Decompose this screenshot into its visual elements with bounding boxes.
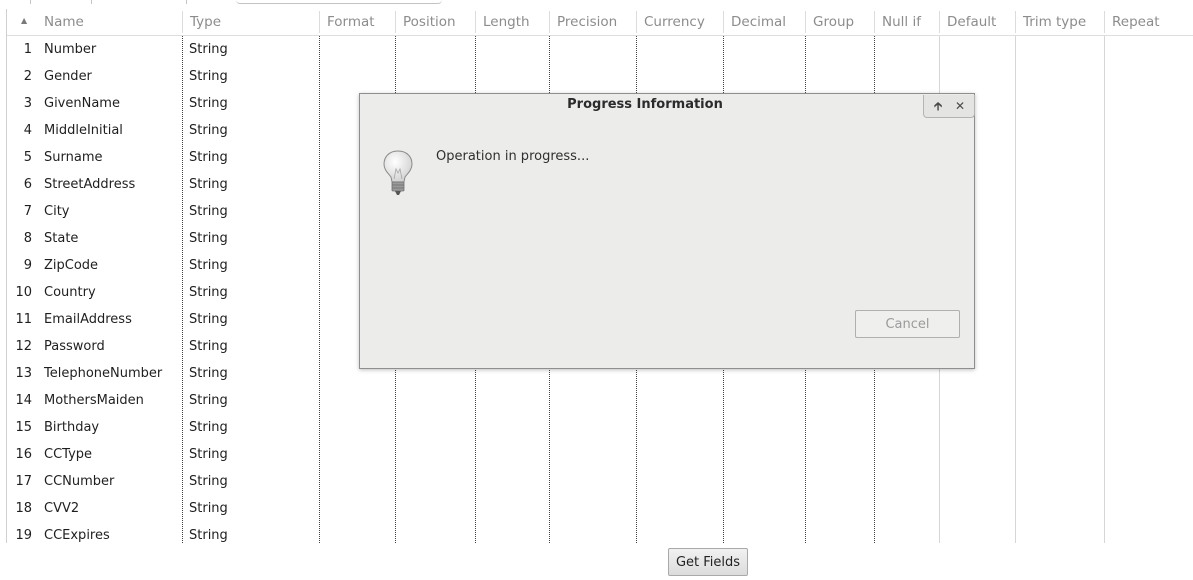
field-type-cell[interactable]: String: [189, 495, 228, 522]
table-row[interactable]: 2 Gender String: [7, 63, 1193, 90]
column-header-default[interactable]: Default: [940, 9, 1015, 35]
row-number: 13: [15, 366, 32, 381]
progress-dialog: Progress Information 🡱 ✕ Operation in pr…: [359, 93, 975, 369]
row-number: 4: [23, 123, 32, 138]
tab-edge: [186, 0, 187, 4]
field-type-cell[interactable]: String: [189, 333, 228, 360]
field-name-cell[interactable]: Number: [44, 36, 96, 63]
sort-ascending-icon[interactable]: ▲: [21, 16, 27, 25]
field-type-cell[interactable]: String: [189, 144, 228, 171]
field-name-cell[interactable]: CCType: [44, 441, 92, 468]
dialog-title: Progress Information: [567, 97, 723, 112]
field-type-cell[interactable]: String: [189, 306, 228, 333]
field-type-cell[interactable]: String: [189, 522, 228, 543]
column-header-type[interactable]: Type: [183, 9, 319, 35]
table-row[interactable]: 17 CCNumber String: [7, 468, 1193, 495]
row-number: 18: [15, 501, 32, 516]
field-name-cell[interactable]: MothersMaiden: [44, 387, 144, 414]
column-header-group[interactable]: Group: [806, 9, 874, 35]
field-name-cell[interactable]: Gender: [44, 63, 92, 90]
column-header-position[interactable]: Position: [396, 9, 475, 35]
field-name-cell[interactable]: Country: [44, 279, 96, 306]
table-row[interactable]: 1 Number String: [7, 36, 1193, 63]
field-type-cell[interactable]: String: [189, 441, 228, 468]
field-type-cell[interactable]: String: [189, 225, 228, 252]
field-type-cell[interactable]: String: [189, 279, 228, 306]
field-name-cell[interactable]: CVV2: [44, 495, 79, 522]
column-header-repeat[interactable]: Repeat: [1105, 9, 1193, 35]
field-name-cell[interactable]: MiddleInitial: [44, 117, 123, 144]
field-type-cell[interactable]: String: [189, 360, 228, 387]
row-number: 3: [23, 96, 32, 111]
table-row[interactable]: 16 CCType String: [7, 441, 1193, 468]
row-number: 8: [23, 231, 32, 246]
field-type-cell[interactable]: String: [189, 90, 228, 117]
field-name-cell[interactable]: ZipCode: [44, 252, 98, 279]
column-header-length[interactable]: Length: [476, 9, 549, 35]
field-name-cell[interactable]: GivenName: [44, 90, 120, 117]
field-name-cell[interactable]: TelephoneNumber: [44, 360, 162, 387]
table-row[interactable]: 19 CCExpires String: [7, 522, 1193, 543]
row-number: 11: [15, 312, 32, 327]
column-header-format[interactable]: Format: [320, 9, 395, 35]
field-name-cell[interactable]: Surname: [44, 144, 102, 171]
column-header-trim-type[interactable]: Trim type: [1016, 9, 1104, 35]
table-header: ▲ Name Type Format Position Length Preci…: [7, 9, 1193, 36]
field-type-cell[interactable]: String: [189, 414, 228, 441]
dialog-window-controls: 🡱 ✕: [923, 95, 975, 118]
column-header-null-if[interactable]: Null if: [875, 9, 939, 35]
row-number: 2: [23, 69, 32, 84]
row-number: 5: [23, 150, 32, 165]
row-number: 7: [23, 204, 32, 219]
field-type-cell[interactable]: String: [189, 387, 228, 414]
field-type-cell[interactable]: String: [189, 36, 228, 63]
tab-strip: [0, 0, 1193, 6]
row-number: 19: [15, 528, 32, 543]
tab-edge: [30, 0, 31, 4]
field-type-cell[interactable]: String: [189, 468, 228, 495]
column-header-name[interactable]: Name: [37, 9, 182, 35]
row-number: 16: [15, 447, 32, 462]
column-header-precision[interactable]: Precision: [550, 9, 636, 35]
row-number: 15: [15, 420, 32, 435]
row-number: 12: [15, 339, 32, 354]
cancel-button[interactable]: Cancel: [855, 310, 960, 338]
close-icon[interactable]: ✕: [950, 97, 970, 115]
field-name-cell[interactable]: City: [44, 198, 69, 225]
field-name-cell[interactable]: CCNumber: [44, 468, 114, 495]
field-type-cell[interactable]: String: [189, 252, 228, 279]
field-name-cell[interactable]: StreetAddress: [44, 171, 135, 198]
arrow-up-icon[interactable]: 🡱: [928, 97, 948, 115]
field-type-cell[interactable]: String: [189, 198, 228, 225]
row-number: 6: [23, 177, 32, 192]
field-name-cell[interactable]: State: [44, 225, 78, 252]
column-header-decimal[interactable]: Decimal: [724, 9, 805, 35]
table-row[interactable]: 15 Birthday String: [7, 414, 1193, 441]
table-row[interactable]: 14 MothersMaiden String: [7, 387, 1193, 414]
row-number: 9: [23, 258, 32, 273]
field-type-cell[interactable]: String: [189, 117, 228, 144]
field-name-cell[interactable]: CCExpires: [44, 522, 110, 543]
get-fields-button[interactable]: Get Fields: [668, 548, 748, 576]
field-name-cell[interactable]: Password: [44, 333, 105, 360]
field-name-cell[interactable]: Birthday: [44, 414, 99, 441]
progress-message: Operation in progress...: [436, 149, 590, 164]
field-type-cell[interactable]: String: [189, 63, 228, 90]
field-name-cell[interactable]: EmailAddress: [44, 306, 132, 333]
column-header-currency[interactable]: Currency: [637, 9, 723, 35]
active-tab-edge: [236, 0, 442, 4]
row-number: 1: [23, 42, 32, 57]
row-number: 10: [15, 285, 32, 300]
lightbulb-icon: [383, 150, 413, 195]
field-type-cell[interactable]: String: [189, 171, 228, 198]
tab-edge: [91, 0, 92, 4]
row-number: 14: [15, 393, 32, 408]
row-number: 17: [15, 474, 32, 489]
table-row[interactable]: 18 CVV2 String: [7, 495, 1193, 522]
